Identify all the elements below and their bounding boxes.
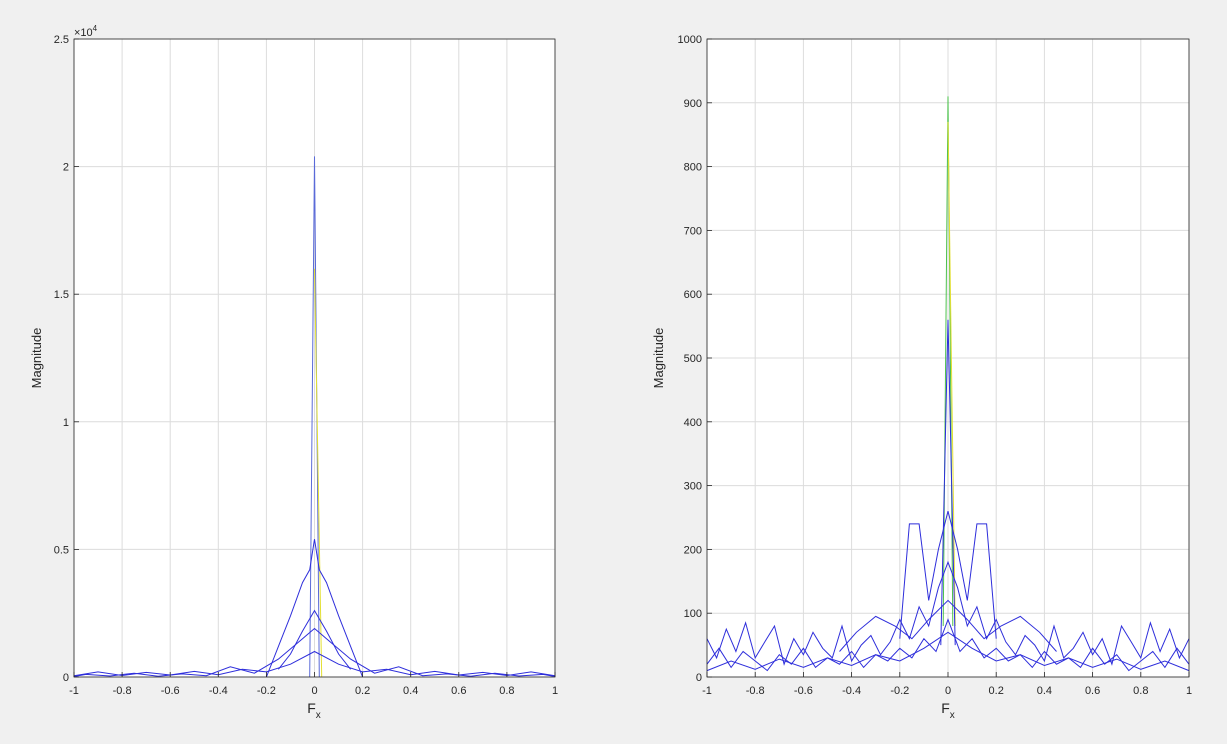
left-y-tick-label: 0.5 xyxy=(54,544,69,556)
right-x-axis-label: Fx xyxy=(941,700,955,721)
left-y-tick-label: 1 xyxy=(63,417,69,429)
left-x-tick-label: -0.2 xyxy=(257,685,276,697)
left-y-tick-label: 1.5 xyxy=(54,289,69,301)
right-y-tick-label: 700 xyxy=(684,225,702,237)
left-y-tick-label: 2.5 xyxy=(54,34,69,46)
left-x-tick-label: 0 xyxy=(311,685,317,697)
right-y-tick-label: 1000 xyxy=(678,34,702,46)
left-y-exponent: ×104 xyxy=(74,24,98,39)
right-x-tick-label: -0.2 xyxy=(890,685,909,697)
left-x-tick-label: 0.2 xyxy=(355,685,370,697)
right-x-tick-label: 0.8 xyxy=(1133,685,1148,697)
left-x-tick-label: 0.6 xyxy=(451,685,466,697)
left-x-tick-label: 1 xyxy=(552,685,558,697)
right-y-tick-label: 500 xyxy=(684,353,702,365)
left-x-tick-label: -1 xyxy=(69,685,79,697)
right-y-tick-label: 0 xyxy=(696,672,702,684)
right-x-tick-label: -0.6 xyxy=(794,685,813,697)
right-y-axis-label: Magnitude xyxy=(651,328,666,389)
left-x-tick-label: 0.4 xyxy=(403,685,418,697)
right-x-tick-label: 0.2 xyxy=(989,685,1004,697)
left-x-axis-label: Fx xyxy=(307,700,321,721)
right-x-tick-label: 0.6 xyxy=(1085,685,1100,697)
left-x-tick-label: -0.8 xyxy=(113,685,132,697)
right-y-tick-label: 600 xyxy=(684,289,702,301)
left-y-tick-label: 0 xyxy=(63,672,69,684)
left-y-axis-label: Magnitude xyxy=(29,328,44,389)
left-axes: -1 -0.8 -0.6 -0.4 -0.2 0 0.2 0.4 0.6 0.8 1 0 0.5 1 1.… xyxy=(29,24,558,721)
right-y-tick-label: 400 xyxy=(684,417,702,429)
figure: -1 -0.8 -0.6 -0.4 -0.2 0 0.2 0.4 0.6 0.8 1 0 0.5 1 1.… xyxy=(29,24,1192,721)
right-x-tick-label: -0.4 xyxy=(842,685,861,697)
right-x-tick-label: -0.8 xyxy=(746,685,765,697)
right-x-tick-label: -1 xyxy=(702,685,712,697)
left-x-tick-label: -0.6 xyxy=(161,685,180,697)
right-y-tick-label: 900 xyxy=(684,98,702,110)
right-x-tick-label: 1 xyxy=(1186,685,1192,697)
right-y-tick-label: 300 xyxy=(684,481,702,493)
right-y-tick-label: 100 xyxy=(684,608,702,620)
right-x-tick-label: 0 xyxy=(945,685,951,697)
right-axes: -1 -0.8 -0.6 -0.4 -0.2 0 0.2 0.4 0.6 0.8 1 0 100 200… xyxy=(651,34,1192,721)
left-x-tick-label: -0.4 xyxy=(209,685,228,697)
left-x-tick-label: 0.8 xyxy=(499,685,514,697)
right-x-tick-label: 0.4 xyxy=(1037,685,1052,697)
left-y-tick-label: 2 xyxy=(63,162,69,174)
right-y-tick-label: 200 xyxy=(684,544,702,556)
right-y-tick-label: 800 xyxy=(684,162,702,174)
